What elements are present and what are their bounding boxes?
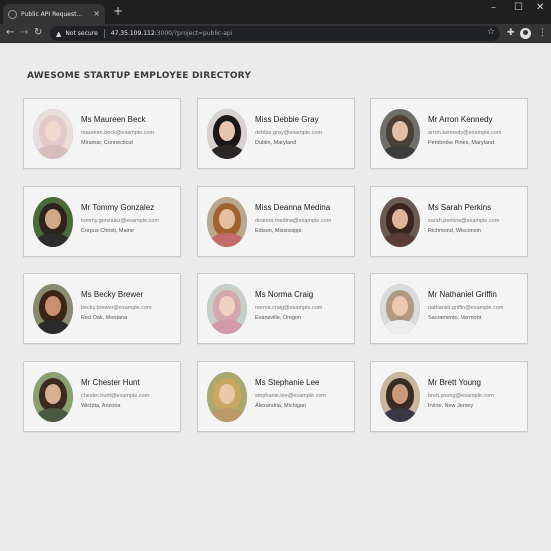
employee-photo xyxy=(380,197,420,247)
employee-email: deanna.medina@example.com xyxy=(255,218,332,224)
employee-name: Ms Maureen Beck xyxy=(81,115,146,124)
url-host: 47.35.109.112 xyxy=(110,30,155,37)
employee-email: brett.young@example.com xyxy=(428,393,494,399)
menu-icon[interactable]: ⋮ xyxy=(538,26,547,40)
employee-location: Evansville, Oregon xyxy=(255,315,302,321)
employee-name: Ms Becky Brewer xyxy=(81,290,144,299)
employee-email: stephanie.lee@example.com xyxy=(255,393,327,399)
warning-icon[interactable]: ▲ xyxy=(56,30,61,38)
employee-name: Mr Arron Kennedy xyxy=(428,115,493,124)
employee-info: Ms Becky Brewer becky.brewer@example.com… xyxy=(81,290,179,321)
employee-card[interactable]: Miss Deanna Medina deanna.medina@example… xyxy=(197,186,355,257)
employee-card[interactable]: Miss Debbie Gray debbie.gray@example.com… xyxy=(197,98,355,169)
employee-card[interactable]: Ms Stephanie Lee stephanie.lee@example.c… xyxy=(197,361,355,432)
employee-location: Sacramento, Vermont xyxy=(428,315,482,321)
puzzle-icon[interactable]: ✚ xyxy=(507,26,515,40)
employee-photo xyxy=(33,197,73,247)
employee-location: Miramar, Connecticut xyxy=(81,140,133,146)
employee-info: Mr Nathaniel Griffin nathaniel.griffin@e… xyxy=(428,290,526,321)
new-tab-button[interactable]: + xyxy=(113,5,123,17)
employee-email: sarah.perkins@example.com xyxy=(428,218,500,224)
tab-title: Public API Request... xyxy=(21,10,83,18)
employee-email: chester.hunt@example.com xyxy=(81,393,150,399)
browser-tab[interactable]: Public API Request... × xyxy=(3,4,105,24)
employee-location: Pembroke Pines, Maryland xyxy=(428,140,495,146)
employee-info: Miss Debbie Gray debbie.gray@example.com… xyxy=(255,115,353,146)
employee-name: Mr Nathaniel Griffin xyxy=(428,290,497,299)
address-bar[interactable]: ▲ Not secure 47.35.109.112 :3000/?projec… xyxy=(50,26,500,41)
globe-icon xyxy=(8,9,17,19)
employee-photo xyxy=(207,109,247,159)
url-divider xyxy=(103,29,105,38)
forward-button[interactable]: → xyxy=(20,26,28,40)
employee-info: Mr Arron Kennedy arron.kennedy@example.c… xyxy=(428,115,526,146)
employee-photo xyxy=(207,284,247,334)
employee-info: Ms Maureen Beck maureen.beck@example.com… xyxy=(81,115,179,146)
employee-card[interactable]: Mr Arron Kennedy arron.kennedy@example.c… xyxy=(370,98,528,169)
employee-location: Red Oak, Montana xyxy=(81,315,128,321)
minimize-button[interactable]: – xyxy=(491,3,496,13)
employee-card[interactable]: Ms Becky Brewer becky.brewer@example.com… xyxy=(23,273,181,344)
employee-info: Ms Stephanie Lee stephanie.lee@example.c… xyxy=(255,378,353,409)
employee-location: Alexandria, Michigan xyxy=(255,403,307,409)
employee-photo xyxy=(380,284,420,334)
employee-name: Ms Sarah Perkins xyxy=(428,203,492,212)
employee-name: Miss Debbie Gray xyxy=(255,115,319,124)
employee-location: Dublin, Maryland xyxy=(255,140,297,146)
employee-location: Irvine, New Jersey xyxy=(428,403,474,409)
employee-card[interactable]: Mr Chester Hunt chester.hunt@example.com… xyxy=(23,361,181,432)
employee-name: Ms Stephanie Lee xyxy=(255,378,320,387)
employee-info: Mr Brett Young brett.young@example.com I… xyxy=(428,378,526,409)
employee-card[interactable]: Ms Norma Craig norma.craig@example.com E… xyxy=(197,273,355,344)
employee-photo xyxy=(380,109,420,159)
employee-email: becky.brewer@example.com xyxy=(81,305,152,311)
security-label[interactable]: Not secure xyxy=(65,30,97,37)
employee-email: norma.craig@example.com xyxy=(255,305,323,311)
close-tab-icon[interactable]: × xyxy=(93,10,100,18)
profile-icon[interactable] xyxy=(520,28,531,39)
back-button[interactable]: ← xyxy=(6,26,14,40)
employee-info: Mr Tommy Gonzalez tommy.gonzalez@example… xyxy=(81,203,179,234)
url-path: :3000/?project=public-api xyxy=(154,30,233,37)
employee-location: Richmond, Wisconsin xyxy=(428,228,481,234)
employee-info: Miss Deanna Medina deanna.medina@example… xyxy=(255,203,353,234)
employee-location: Wichita, Arizona xyxy=(81,403,121,409)
star-icon[interactable]: ☆ xyxy=(487,27,495,37)
employee-info: Mr Chester Hunt chester.hunt@example.com… xyxy=(81,378,179,409)
employee-name: Mr Tommy Gonzalez xyxy=(81,203,155,212)
employee-card[interactable]: Mr Tommy Gonzalez tommy.gonzalez@example… xyxy=(23,186,181,257)
maximize-button[interactable]: ☐ xyxy=(514,3,523,13)
employee-photo xyxy=(33,284,73,334)
employee-location: Corpus Christi, Maine xyxy=(81,228,134,234)
reload-button[interactable]: ↻ xyxy=(34,26,42,40)
browser-titlebar: Public API Request... × + – ☐ ✕ xyxy=(0,0,551,24)
employee-card[interactable]: Mr Nathaniel Griffin nathaniel.griffin@e… xyxy=(370,273,528,344)
employee-email: debbie.gray@example.com xyxy=(255,130,323,136)
employee-name: Ms Norma Craig xyxy=(255,290,314,299)
employee-photo xyxy=(207,372,247,422)
employee-photo xyxy=(207,197,247,247)
employee-email: nathaniel.griffin@example.com xyxy=(428,305,504,311)
employee-card[interactable]: Ms Sarah Perkins sarah.perkins@example.c… xyxy=(370,186,528,257)
employee-email: arron.kennedy@example.com xyxy=(428,130,502,136)
employee-name: Miss Deanna Medina xyxy=(255,203,331,212)
employee-location: Edison, Mississippi xyxy=(255,228,302,234)
employee-email: tommy.gonzalez@example.com xyxy=(81,218,159,224)
employee-name: Mr Brett Young xyxy=(428,378,481,387)
employee-email: maureen.beck@example.com xyxy=(81,130,155,136)
employee-card[interactable]: Ms Maureen Beck maureen.beck@example.com… xyxy=(23,98,181,169)
employee-grid: Ms Maureen Beck maureen.beck@example.com… xyxy=(23,98,529,432)
employee-photo xyxy=(380,372,420,422)
page-title: AWESOME STARTUP EMPLOYEE DIRECTORY xyxy=(27,71,252,81)
employee-info: Ms Sarah Perkins sarah.perkins@example.c… xyxy=(428,203,526,234)
employee-photo xyxy=(33,372,73,422)
employee-card[interactable]: Mr Brett Young brett.young@example.com I… xyxy=(370,361,528,432)
employee-info: Ms Norma Craig norma.craig@example.com E… xyxy=(255,290,353,321)
browser-toolbar: ← → ↻ ▲ Not secure 47.35.109.112 :3000/?… xyxy=(0,24,551,43)
employee-photo xyxy=(33,109,73,159)
employee-name: Mr Chester Hunt xyxy=(81,378,140,387)
close-window-button[interactable]: ✕ xyxy=(536,3,544,13)
